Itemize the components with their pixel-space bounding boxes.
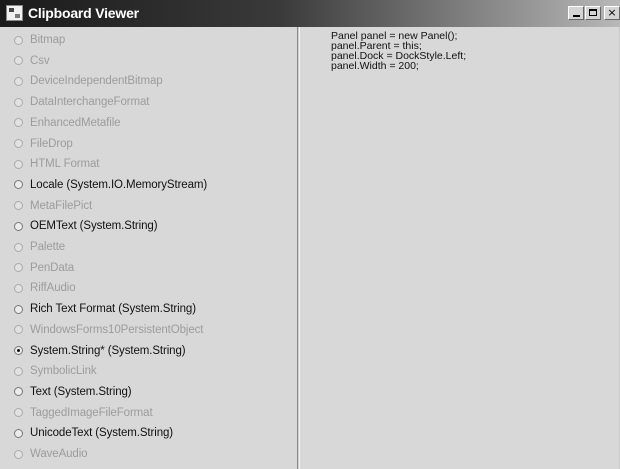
format-list-panel: Bitmap Csv DeviceIndependentBitmap DataInte… bbox=[0, 27, 297, 469]
radio-button-icon bbox=[14, 242, 23, 252]
close-icon: × bbox=[607, 6, 617, 19]
radio-button-icon[interactable] bbox=[14, 346, 23, 355]
radio-button-icon[interactable] bbox=[14, 387, 23, 397]
format-label: SymbolicLink bbox=[30, 365, 97, 378]
radio-button-icon bbox=[14, 76, 23, 86]
format-radio-item: DataInterchangeFormat bbox=[14, 92, 149, 112]
format-radio-item: TaggedImageFileFormat bbox=[14, 403, 153, 423]
format-radio-item[interactable]: OEMText (System.String) bbox=[14, 216, 158, 236]
radio-button-icon bbox=[14, 35, 23, 45]
app-icon[interactable] bbox=[6, 5, 23, 21]
radio-button-icon bbox=[14, 201, 23, 211]
format-radio-item: SymbolicLink bbox=[14, 361, 97, 381]
format-radio-item: DeviceIndependentBitmap bbox=[14, 71, 163, 91]
content-panel: Panel panel = new Panel(); panel.Parent … bbox=[300, 27, 619, 469]
close-button[interactable]: × bbox=[604, 6, 620, 20]
radio-button-icon bbox=[14, 283, 23, 293]
format-radio-item[interactable]: System.String* (System.String) bbox=[14, 341, 186, 361]
format-radio-item: MetaFilePict bbox=[14, 196, 92, 216]
maximize-button[interactable] bbox=[585, 6, 601, 20]
format-radio-item: PenData bbox=[14, 258, 74, 278]
format-label: DataInterchangeFormat bbox=[30, 96, 150, 109]
format-label: Bitmap bbox=[30, 34, 66, 46]
format-radio-item[interactable]: Text (System.String) bbox=[14, 382, 132, 402]
format-radio-item[interactable]: UnicodeText (System.String) bbox=[14, 423, 173, 443]
format-label: HTML Format bbox=[30, 158, 100, 171]
radio-button-icon[interactable] bbox=[14, 221, 23, 231]
format-label: PenData bbox=[30, 261, 75, 274]
format-label: EnhancedMetafile bbox=[30, 116, 121, 129]
radio-button-icon bbox=[14, 56, 23, 66]
format-label: OEMText (System.String) bbox=[30, 220, 158, 233]
radio-button-icon bbox=[14, 408, 23, 418]
radio-button-icon[interactable] bbox=[14, 304, 23, 314]
format-label: RiffAudio bbox=[30, 282, 76, 295]
format-label: Palette bbox=[30, 241, 66, 253]
format-radio-item: Csv bbox=[14, 51, 50, 71]
window-title: Clipboard Viewer bbox=[28, 5, 139, 21]
format-radio-item[interactable]: Locale (System.IO.MemoryStream) bbox=[14, 175, 207, 195]
radio-button-icon bbox=[14, 159, 23, 169]
clipboard-content-text: Panel panel = new Panel(); panel.Parent … bbox=[331, 30, 467, 72]
format-radio-item: EnhancedMetafile bbox=[14, 113, 121, 133]
format-radio-item: WaveAudio bbox=[14, 444, 88, 464]
format-label: System.String* (System.String) bbox=[30, 344, 186, 357]
format-label: FileDrop bbox=[30, 137, 73, 150]
clipboard-viewer-window: Clipboard Viewer × Bitmap Csv DeviceIndepe… bbox=[0, 0, 620, 469]
radio-button-icon[interactable] bbox=[14, 180, 23, 190]
radio-button-icon bbox=[14, 263, 23, 273]
format-label: WindowsForms10PersistentObject bbox=[30, 323, 204, 336]
radio-button-icon bbox=[14, 449, 23, 459]
format-label: TaggedImageFileFormat bbox=[30, 406, 153, 419]
radio-button-icon bbox=[14, 118, 23, 128]
format-label: Rich Text Format (System.String) bbox=[30, 303, 196, 316]
format-radio-item: FileDrop bbox=[14, 134, 73, 154]
format-label: MetaFilePict bbox=[30, 199, 93, 212]
format-label: DeviceIndependentBitmap bbox=[30, 75, 163, 88]
format-radio-item: RiffAudio bbox=[14, 278, 76, 298]
format-label: UnicodeText (System.String) bbox=[30, 427, 174, 440]
format-label: Csv bbox=[30, 54, 50, 67]
minimize-button[interactable] bbox=[568, 6, 584, 20]
format-radio-item: WindowsForms10PersistentObject bbox=[14, 320, 204, 340]
format-radio-item[interactable]: Rich Text Format (System.String) bbox=[14, 299, 196, 319]
format-label: Text (System.String) bbox=[30, 385, 132, 398]
title-bar[interactable]: Clipboard Viewer × bbox=[0, 0, 620, 27]
format-radio-item: HTML Format bbox=[14, 154, 100, 174]
minimize-icon bbox=[572, 15, 580, 17]
radio-button-icon bbox=[14, 325, 23, 335]
radio-button-icon bbox=[14, 366, 23, 376]
maximize-icon bbox=[589, 9, 597, 16]
format-label: Locale (System.IO.MemoryStream) bbox=[30, 178, 208, 191]
format-radio-item: Bitmap bbox=[14, 30, 65, 50]
format-label: WaveAudio bbox=[30, 448, 88, 460]
format-radio-item: Palette bbox=[14, 237, 65, 257]
radio-button-icon bbox=[14, 97, 23, 107]
radio-button-icon[interactable] bbox=[14, 428, 23, 438]
radio-button-icon bbox=[14, 139, 23, 148]
